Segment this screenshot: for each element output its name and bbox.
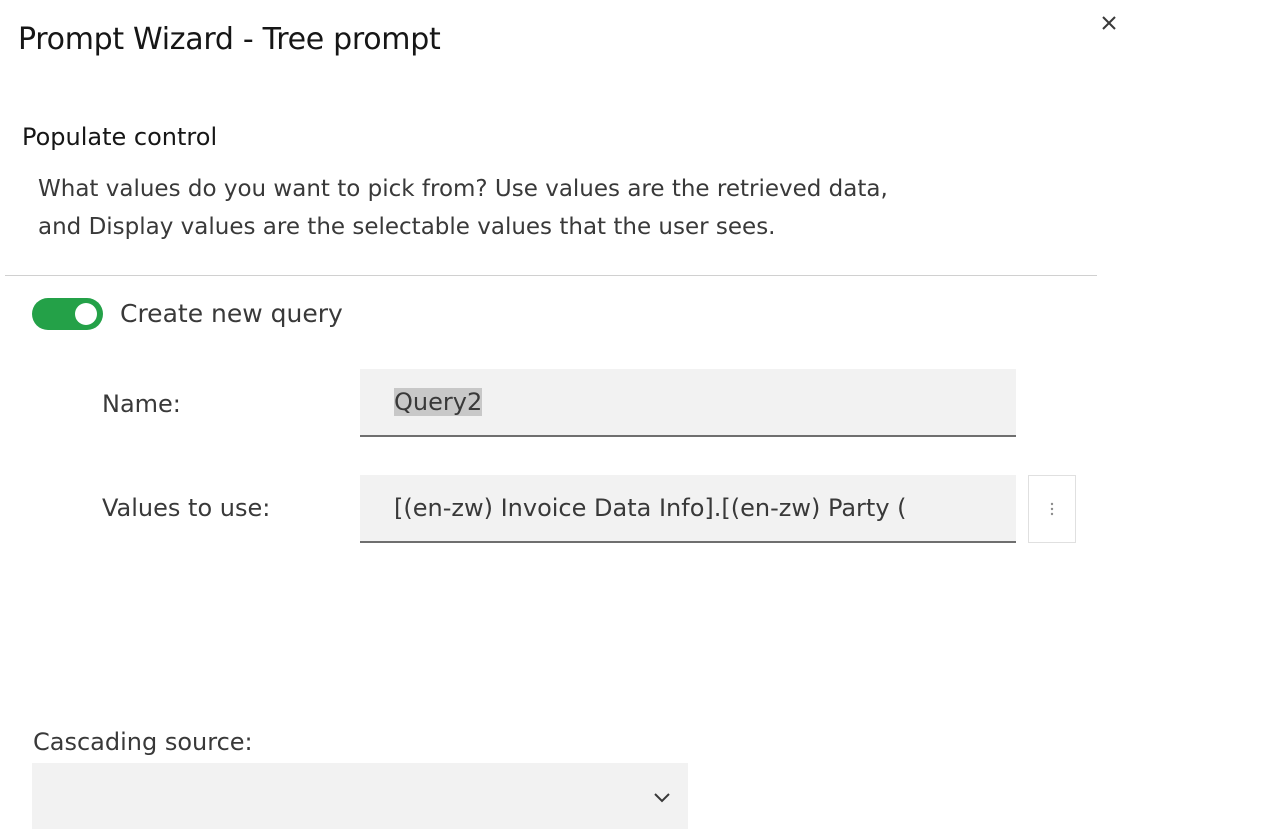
values-to-use-value: [(en-zw) Invoice Data Info].[(en-zw) Par… (394, 494, 907, 522)
chevron-down-icon (654, 793, 670, 803)
section-description: What values do you want to pick from? Us… (38, 170, 1068, 246)
close-button[interactable] (1092, 6, 1126, 40)
values-to-use-label: Values to use: (102, 494, 271, 522)
cascading-source-dropdown[interactable] (32, 763, 688, 829)
description-line-1: What values do you want to pick from? Us… (38, 176, 888, 202)
values-to-use-input[interactable]: [(en-zw) Invoice Data Info].[(en-zw) Par… (360, 475, 1016, 543)
create-new-query-toggle[interactable] (32, 298, 103, 330)
name-input[interactable]: Query2 (360, 369, 1016, 437)
section-heading-populate-control: Populate control (22, 123, 218, 151)
overflow-menu-vertical-icon (1050, 502, 1054, 516)
values-options-button[interactable] (1028, 475, 1076, 543)
cascading-source-label: Cascading source: (33, 728, 253, 756)
toggle-knob (75, 303, 97, 325)
dialog-title: Prompt Wizard - Tree prompt (18, 22, 441, 57)
description-line-2: and Display values are the selectable va… (38, 214, 776, 240)
name-label: Name: (102, 390, 181, 418)
close-icon (1102, 16, 1116, 30)
create-new-query-label: Create new query (120, 299, 343, 328)
prompt-wizard-dialog: Prompt Wizard - Tree prompt Populate con… (0, 0, 1261, 830)
name-input-value: Query2 (394, 388, 483, 416)
section-divider (5, 275, 1097, 276)
